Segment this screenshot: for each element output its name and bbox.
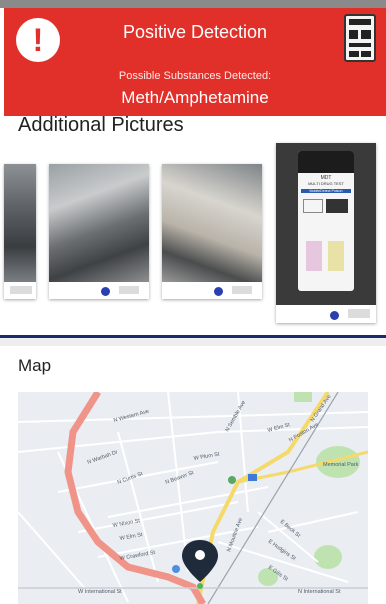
route-shield-icon — [248, 474, 257, 481]
photo-meta — [348, 309, 370, 318]
map-canvas[interactable]: N Western Ave N Warbah Dr N Curtis St N … — [18, 392, 368, 604]
map-label-plum: W Plum St — [193, 451, 220, 462]
test-card-window — [349, 51, 359, 57]
photo-badge-icon — [214, 287, 223, 296]
photo-thumbnail[interactable] — [162, 164, 262, 299]
map-label-curtis: N Curtis St — [117, 471, 144, 486]
test-card-thumbnail[interactable] — [344, 14, 376, 62]
photo-meta — [119, 286, 139, 294]
status-strip — [0, 0, 386, 8]
alert-subtitle: Possible Substances Detected: — [118, 70, 272, 82]
map-view[interactable]: N Western Ave N Warbah Dr N Curtis St N … — [18, 392, 368, 604]
test-card-header — [349, 19, 371, 25]
photo-image — [49, 164, 149, 282]
map-title: Map — [18, 356, 52, 375]
test-kit-brand: MobileDetect Poison — [301, 189, 351, 193]
photos-carousel[interactable]: MDT MULTI DRUG TEST MobileDetect Poison — [0, 132, 386, 328]
park-area — [314, 545, 342, 569]
test-kit-name: MULTI DRUG TEST — [308, 181, 344, 186]
map-label-memorial-park: Memorial Park — [323, 462, 359, 468]
test-strip-pink — [306, 241, 322, 271]
detected-substance: Meth/Amphetamine — [121, 88, 269, 107]
map-label-elm-north: W Elm St — [267, 422, 291, 434]
photo-thumbnail[interactable] — [4, 164, 36, 299]
test-strip-yellow — [328, 241, 344, 271]
photo-image — [162, 164, 262, 282]
map-label-warbah: N Warbah Dr — [87, 449, 119, 466]
route-shield-icon — [228, 476, 236, 484]
qr-block — [349, 30, 358, 39]
route-shield-icon — [172, 565, 180, 573]
positive-detection-banner: ! Positive Detection Possible Substances… — [4, 8, 386, 116]
map-label-nixon: W Nixon St — [112, 518, 141, 529]
map-label-beaver: N Beaver St — [165, 470, 195, 486]
photo-image: MDT MULTI DRUG TEST MobileDetect Poison — [276, 143, 376, 305]
test-card-strip — [349, 43, 371, 47]
alert-title: Positive Detection — [122, 22, 268, 42]
photo-badge-icon — [330, 311, 339, 320]
photo-meta — [232, 286, 252, 294]
test-card-window — [361, 51, 371, 57]
map-label-w-international: W International St — [78, 589, 122, 595]
photo-thumbnail[interactable] — [49, 164, 149, 299]
test-kit-qr — [326, 199, 348, 213]
test-kit-top — [298, 151, 354, 173]
photo-thumbnail[interactable]: MDT MULTI DRUG TEST MobileDetect Poison — [276, 143, 376, 323]
map-label-elm: W Elm St — [119, 532, 143, 542]
photo-meta — [10, 286, 32, 294]
park-area — [294, 392, 312, 402]
map-label-western: N Western Ave — [113, 409, 150, 424]
photo-badge-icon — [101, 287, 110, 296]
test-kit-window-left — [303, 199, 323, 213]
map-label-n-international: N International St — [298, 589, 341, 595]
photo-image — [4, 164, 36, 282]
section-gap — [0, 338, 386, 346]
qr-block — [361, 30, 371, 39]
test-kit-cassette: MDT MULTI DRUG TEST MobileDetect Poison — [298, 151, 354, 291]
